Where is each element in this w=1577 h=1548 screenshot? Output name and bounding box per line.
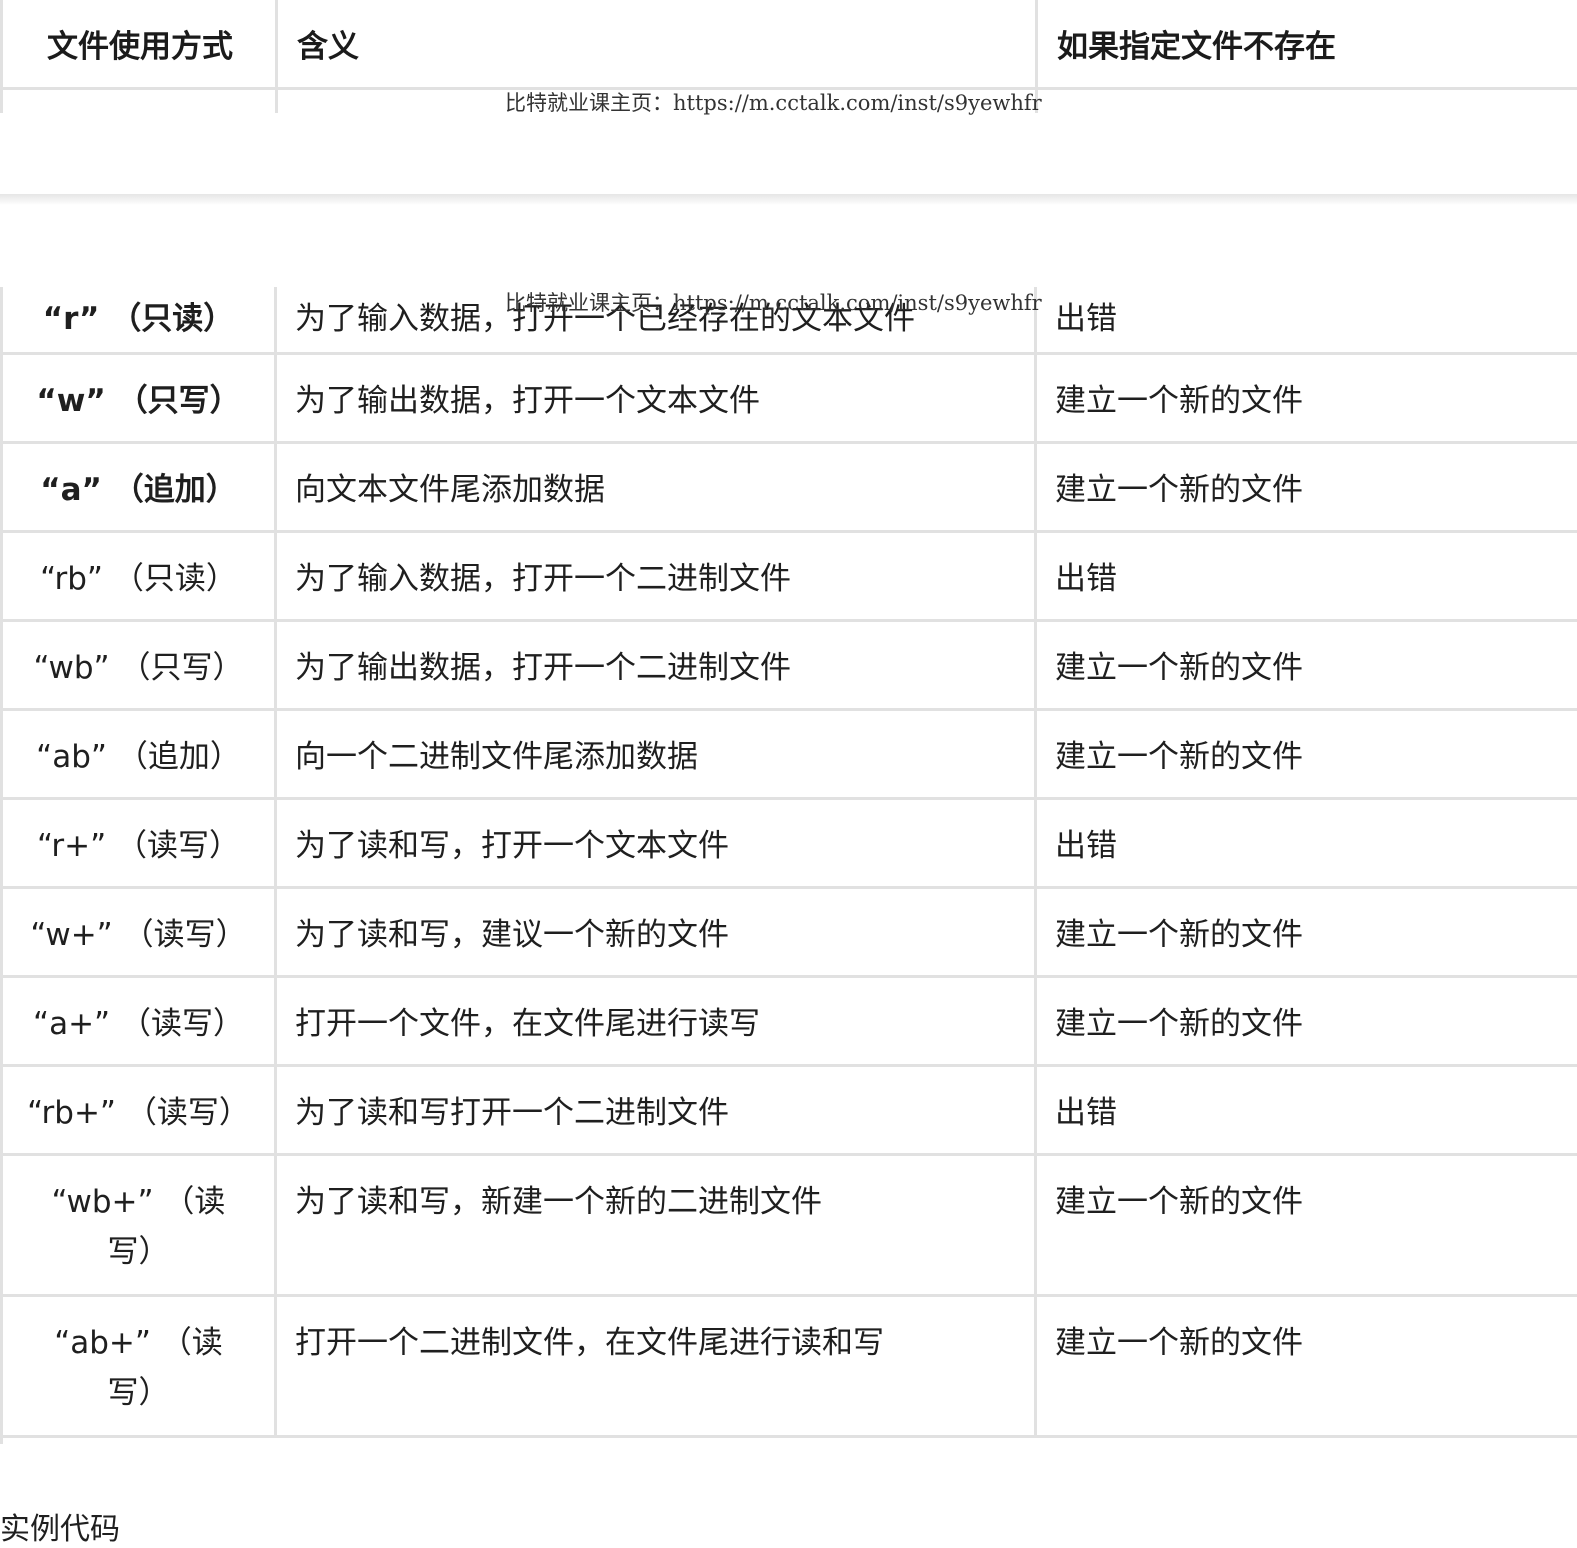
cell-file-mode: “rb” （只读） [3,533,277,619]
cell-meaning: 打开一个文件，在文件尾进行读写 [277,978,1037,1064]
divider [0,0,3,113]
table-row: “r+” （读写） 为了读和写，打开一个文本文件 出错 [3,800,1577,889]
cell-if-missing: 建立一个新的文件 [1055,1006,1303,1042]
table-row: “wb+” （读写） 为了读和写，新建一个新的二进制文件 建立一个新的文件 [3,1156,1577,1297]
table-row: “a” （追加） 向文本文件尾添加数据 建立一个新的文件 [3,444,1577,533]
cell-file-mode: “r+” （读写） [3,800,277,886]
cell-meaning: 为了输出数据，打开一个文本文件 [277,355,1037,441]
cell-meaning: 向文本文件尾添加数据 [277,444,1037,530]
cell-if-missing: 建立一个新的文件 [1055,1184,1303,1220]
cell-if-missing: 建立一个新的文件 [1055,472,1303,508]
table-row: “wb” （只写） 为了输出数据，打开一个二进制文件 建立一个新的文件 [3,622,1577,711]
cell-meaning: 为了读和写，新建一个新的二进制文件 [277,1156,1037,1294]
table-row: “rb” （只读） 为了输入数据，打开一个二进制文件 出错 [3,533,1577,622]
table-row: “rb+” （读写） 为了读和写打开一个二进制文件 出错 [3,1067,1577,1156]
cell-meaning: 为了输出数据，打开一个二进制文件 [277,622,1037,708]
watermark-text: 比特就业课主页：https://m.cctalk.com/inst/s9yewh… [505,291,1042,315]
cell-if-missing: 出错 [1055,828,1117,864]
header-if-missing: 如果指定文件不存在 [1057,29,1336,65]
cell-file-mode: “wb+” （读写） [3,1156,277,1294]
file-mode-table: “r” （只读） 为了输入数据，打开一个已经存在的文本文件 出错 “w” （只写） 为了… [3,287,1577,1438]
table-row: “ab” （追加） 向一个二进制文件尾添加数据 建立一个新的文件 [3,711,1577,800]
cell-file-mode: “wb” （只写） [3,622,277,708]
cell-meaning: 向一个二进制文件尾添加数据 [277,711,1037,797]
cell-if-missing: 出错 [1055,301,1117,337]
section-caption: 实例代码 [0,1512,120,1547]
table-header-row: 文件使用方式 含义 如果指定文件不存在 [0,0,1577,90]
cell-file-mode: “ab+” （读写） [3,1297,277,1435]
cell-meaning: 为了读和写打开一个二进制文件 [277,1067,1037,1153]
cell-file-mode: “r” （只读） [3,287,277,352]
cell-file-mode: “rb+” （读写） [3,1067,277,1153]
cell-if-missing: 建立一个新的文件 [1055,650,1303,686]
header-file-mode: 文件使用方式 [47,29,233,65]
cell-meaning: 打开一个二进制文件，在文件尾进行读和写 [277,1297,1037,1435]
divider [275,0,278,113]
cell-file-mode: “a+” （读写） [3,978,277,1064]
table-row: “a+” （读写） 打开一个文件，在文件尾进行读写 建立一个新的文件 [3,978,1577,1067]
cell-if-missing: 建立一个新的文件 [1055,383,1303,419]
cell-if-missing: 出错 [1055,1095,1117,1131]
cell-meaning: 为了读和写，打开一个文本文件 [277,800,1037,886]
previous-page-fragment: 文件使用方式 含义 如果指定文件不存在 比特就业课主页：https://m.cc… [0,0,1577,205]
cell-if-missing: 建立一个新的文件 [1055,917,1303,953]
cell-if-missing: 建立一个新的文件 [1055,1325,1303,1361]
cell-meaning: 为了输入数据，打开一个二进制文件 [277,533,1037,619]
table-row: “ab+” （读写） 打开一个二进制文件，在文件尾进行读和写 建立一个新的文件 [3,1297,1577,1438]
cell-file-mode: “w” （只写） [3,355,277,441]
table-row: “w+” （读写） 为了读和写，建议一个新的文件 建立一个新的文件 [3,889,1577,978]
page-break [0,194,1577,205]
cell-meaning: 为了读和写，建议一个新的文件 [277,889,1037,975]
cell-if-missing: 建立一个新的文件 [1055,739,1303,775]
watermark-text: 比特就业课主页：https://m.cctalk.com/inst/s9yewh… [505,91,1042,115]
cell-file-mode: “ab” （追加） [3,711,277,797]
header-meaning: 含义 [297,29,359,65]
cell-if-missing: 出错 [1055,561,1117,597]
table-row: “w” （只写） 为了输出数据，打开一个文本文件 建立一个新的文件 [3,355,1577,444]
cell-file-mode: “w+” （读写） [3,889,277,975]
cell-file-mode: “a” （追加） [3,444,277,530]
